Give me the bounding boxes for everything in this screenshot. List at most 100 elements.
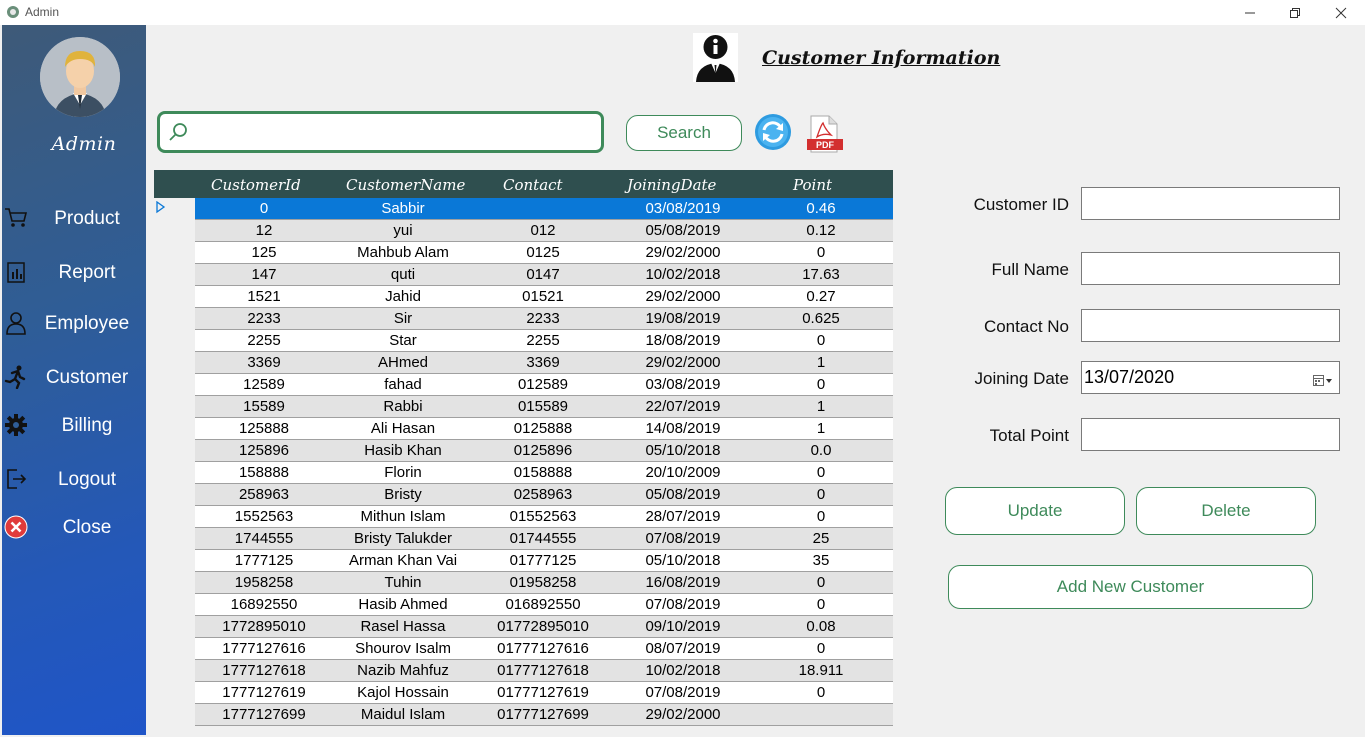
table-row[interactable]: 1521 Jahid 01521 29/02/2000 0.27 xyxy=(195,286,893,308)
row-header[interactable] xyxy=(154,528,195,550)
table-cell: 0258963 xyxy=(513,486,573,503)
nav-customer[interactable]: Customer xyxy=(2,359,146,395)
table-row[interactable]: 1777127619 Kajol Hossain 01777127619 07/08/… xyxy=(195,682,893,704)
row-header[interactable] xyxy=(154,594,195,616)
table-row[interactable]: 125 Mahbub Alam 0125 29/02/2000 0 xyxy=(195,242,893,264)
table-row[interactable]: 1552563 Mithun Islam 01552563 28/07/2019 0 xyxy=(195,506,893,528)
row-header[interactable] xyxy=(154,242,195,264)
row-header[interactable] xyxy=(154,264,195,286)
restore-button[interactable] xyxy=(1272,0,1318,25)
table-row[interactable]: 2255 Star 2255 18/08/2019 0 xyxy=(195,330,893,352)
row-header[interactable] xyxy=(154,682,195,704)
table-cell: 2255 xyxy=(526,332,560,349)
table-row[interactable]: 15589 Rabbi 015589 22/07/2019 1 xyxy=(195,396,893,418)
pdf-export-icon[interactable]: PDF xyxy=(805,115,843,153)
row-header[interactable] xyxy=(154,550,195,572)
table-row[interactable]: 1777127618 Nazib Mahfuz 01777127618 10/02/2… xyxy=(195,660,893,682)
table-cell: Ali Hasan xyxy=(370,420,436,437)
update-button[interactable]: Update xyxy=(945,487,1125,535)
table-row[interactable]: 1777127616 Shourov Isalm 01777127616 08/07/… xyxy=(195,638,893,660)
row-header[interactable] xyxy=(154,308,195,330)
row-header[interactable] xyxy=(154,220,195,242)
window-close-button[interactable] xyxy=(1318,0,1364,25)
row-header[interactable] xyxy=(154,418,195,440)
delete-button[interactable]: Delete xyxy=(1136,487,1316,535)
table-cell: 0.0 xyxy=(810,442,832,459)
table-cell: Hasib Khan xyxy=(364,442,442,459)
table-cell: 258963 xyxy=(238,486,290,503)
table-row[interactable]: 1958258 Tuhin 01958258 16/08/2019 0 xyxy=(195,572,893,594)
table-cell: Rabbi xyxy=(383,398,423,415)
row-header[interactable] xyxy=(154,198,195,220)
table-row[interactable]: 1772895010 Rasel Hassa 01772895010 09/10/20… xyxy=(195,616,893,638)
row-header[interactable] xyxy=(154,660,195,682)
table-row[interactable]: 3369 AHmed 3369 29/02/2000 1 xyxy=(195,352,893,374)
avatar xyxy=(40,37,120,117)
row-header[interactable] xyxy=(154,374,195,396)
table-cell: 1777127699 xyxy=(222,706,306,723)
column-header[interactable]: Point xyxy=(793,176,832,194)
table-row[interactable]: 1777125 Arman Khan Vai 01777125 05/10/2018 3… xyxy=(195,550,893,572)
total-point-field[interactable] xyxy=(1081,418,1340,451)
row-header[interactable] xyxy=(154,572,195,594)
joining-date-picker[interactable]: 13/07/2020 xyxy=(1081,361,1340,394)
table-cell: 0 xyxy=(816,464,826,481)
nav-logout[interactable]: Logout xyxy=(2,461,146,497)
add-customer-button[interactable]: Add New Customer xyxy=(948,565,1313,609)
calendar-dropdown-icon[interactable] xyxy=(1313,371,1333,392)
table-cell: 01777127619 xyxy=(497,684,589,701)
row-header[interactable] xyxy=(154,704,195,726)
nav-employee[interactable]: Employee xyxy=(2,305,146,341)
nav-report[interactable]: Report xyxy=(2,254,146,290)
column-header[interactable]: JoiningDate xyxy=(627,176,716,194)
nav-billing[interactable]: Billing xyxy=(2,407,146,443)
table-cell: 05/08/2019 xyxy=(645,222,721,239)
table-cell: 03/08/2019 xyxy=(645,200,721,217)
table-cell: 09/10/2019 xyxy=(645,618,721,635)
row-header[interactable] xyxy=(154,484,195,506)
row-header[interactable] xyxy=(154,440,195,462)
row-header[interactable] xyxy=(154,638,195,660)
column-header[interactable]: CustomerName xyxy=(346,176,465,194)
table-cell: 015589 xyxy=(517,398,569,415)
table-cell: Shourov Isalm xyxy=(355,640,451,657)
nav-product[interactable]: Product xyxy=(2,200,146,236)
search-button[interactable]: Search xyxy=(626,115,742,151)
table-row[interactable]: 1744555 Bristy Talukder 01744555 07/08/2019… xyxy=(195,528,893,550)
table-row[interactable]: 258963 Bristy 0258963 05/08/2019 0 xyxy=(195,484,893,506)
row-header[interactable] xyxy=(154,506,195,528)
contact-field[interactable] xyxy=(1081,309,1340,342)
table-row[interactable]: 1777127699 Maidul Islam 01777127699 29/02/2… xyxy=(195,704,893,726)
customer-id-field[interactable] xyxy=(1081,187,1340,220)
table-row[interactable]: 12 yui 012 05/08/2019 0.12 xyxy=(195,220,893,242)
table-row[interactable]: 2233 Sir 2233 19/08/2019 0.625 xyxy=(195,308,893,330)
table-row[interactable]: 16892550 Hasib Ahmed 016892550 07/08/2019 0 xyxy=(195,594,893,616)
row-header[interactable] xyxy=(154,616,195,638)
cart-icon xyxy=(4,206,28,230)
row-header[interactable] xyxy=(154,286,195,308)
search-input[interactable] xyxy=(194,120,594,144)
nav-close[interactable]: Close xyxy=(2,509,146,545)
info-person-icon xyxy=(693,33,738,82)
table-row[interactable]: 158888 Florin 0158888 20/10/2009 0 xyxy=(195,462,893,484)
table-cell: 0 xyxy=(259,200,269,217)
minimize-button[interactable] xyxy=(1227,0,1273,25)
close-x-icon xyxy=(1335,7,1347,18)
table-cell: 18.911 xyxy=(798,662,844,679)
row-header[interactable] xyxy=(154,352,195,374)
table-cell: 0 xyxy=(816,596,826,613)
full-name-field[interactable] xyxy=(1081,252,1340,285)
row-header[interactable] xyxy=(154,396,195,418)
table-row[interactable]: 125888 Ali Hasan 0125888 14/08/2019 1 xyxy=(195,418,893,440)
row-header[interactable] xyxy=(154,462,195,484)
row-header[interactable] xyxy=(154,330,195,352)
table-cell: 10/02/2018 xyxy=(645,266,721,283)
table-row[interactable]: 12589 fahad 012589 03/08/2019 0 xyxy=(195,374,893,396)
table-row[interactable]: 0 Sabbir 03/08/2019 0.46 xyxy=(195,198,893,220)
column-header[interactable]: CustomerId xyxy=(211,176,301,194)
table-cell: 0 xyxy=(816,332,826,349)
column-header[interactable]: Contact xyxy=(503,176,563,194)
table-row[interactable]: 125896 Hasib Khan 0125896 05/10/2018 0.0 xyxy=(195,440,893,462)
refresh-icon[interactable] xyxy=(754,113,792,151)
table-row[interactable]: 147 quti 0147 10/02/2018 17.63 xyxy=(195,264,893,286)
